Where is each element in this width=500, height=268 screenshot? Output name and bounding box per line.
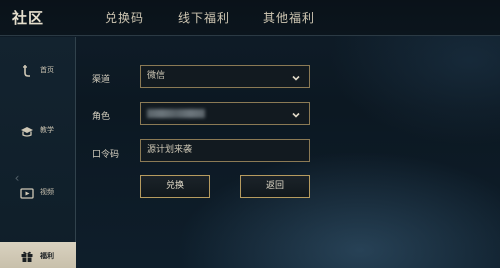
code-label: 口令码: [92, 150, 120, 160]
channel-select[interactable]: 微信: [140, 65, 310, 88]
tab-redeem-code[interactable]: 兑换码: [105, 9, 144, 26]
sidebar-item-label: 视频: [40, 188, 54, 196]
tab-offline-welfare[interactable]: 线下福利: [178, 9, 230, 26]
sidebar-item-home[interactable]: 首页: [0, 51, 76, 91]
sidebar: 首页 教学 ‹ 视频 福利: [0, 37, 76, 268]
channel-label: 渠道: [92, 75, 111, 85]
page-title: 社区: [12, 9, 45, 27]
video-icon: [20, 185, 34, 199]
graduation-icon: [20, 123, 34, 137]
sidebar-item-label: 福利: [40, 252, 54, 260]
sidebar-item-label: 首页: [40, 66, 54, 74]
sidebar-item-teaching[interactable]: 教学: [0, 111, 76, 151]
channel-value: 微信: [147, 71, 166, 81]
code-value: 源计划来袭: [147, 145, 193, 155]
sidebar-item-welfare[interactable]: 福利: [0, 242, 76, 268]
chevron-down-icon: [291, 71, 301, 81]
role-label: 角色: [92, 112, 111, 122]
tab-other-welfare[interactable]: 其他福利: [263, 9, 315, 26]
home-icon: [20, 63, 34, 77]
back-button[interactable]: 返回: [240, 175, 310, 198]
sidebar-item-video[interactable]: 视频: [0, 173, 76, 213]
top-bar: 社区 兑换码 线下福利 其他福利: [0, 0, 500, 36]
exchange-button[interactable]: 兑换: [140, 175, 210, 198]
role-select[interactable]: [140, 102, 310, 125]
chevron-down-icon: [291, 108, 301, 118]
blurred-role-name: [147, 109, 205, 118]
gift-icon: [20, 248, 34, 262]
code-input[interactable]: 源计划来袭: [140, 139, 310, 162]
sidebar-item-label: 教学: [40, 126, 54, 134]
